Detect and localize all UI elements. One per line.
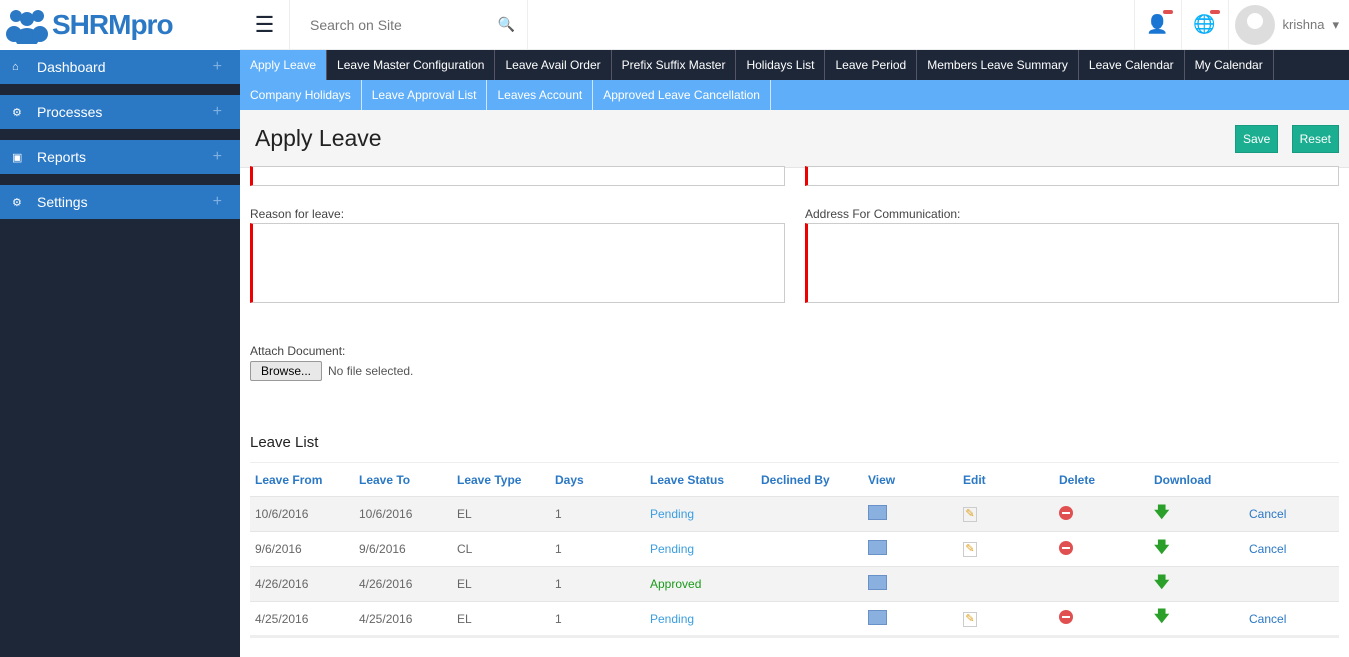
tab-leaves-account[interactable]: Leaves Account (487, 80, 594, 110)
column-header: Leave Status (645, 462, 756, 497)
tab-prefix-suffix-master[interactable]: Prefix Suffix Master (612, 50, 737, 80)
column-header: Edit (958, 462, 1054, 497)
topbar: ☰ Search on Site 🔍 👤 🌐 krishna ▾ (240, 0, 1349, 50)
download-arrow-icon[interactable]: 🡇 (1154, 504, 1169, 521)
reason-label: Reason for leave: (250, 207, 345, 221)
sidebar-item-reports[interactable]: ▣ Reports + (0, 140, 240, 174)
prev-field-left[interactable] (250, 166, 785, 186)
column-header: Delete (1054, 462, 1149, 497)
page-title: Apply Leave (255, 125, 382, 151)
column-header (1244, 462, 1339, 497)
tab-holidays-list[interactable]: Holidays List (736, 50, 826, 80)
user-notification-icon[interactable]: 👤 (1133, 0, 1181, 50)
content: Reason for leave: Address For Communicat… (240, 166, 1349, 657)
sidebar-item-processes[interactable]: ⚙ Processes + (0, 95, 240, 129)
delete-icon[interactable] (1059, 540, 1073, 555)
sidebar-item-dashboard[interactable]: ⌂ Dashboard + (0, 50, 240, 84)
tab-leave-approval-list[interactable]: Leave Approval List (362, 80, 488, 110)
expand-plus-icon[interactable]: + (213, 193, 222, 211)
user-menu[interactable]: krishna ▾ (1227, 0, 1349, 50)
edit-pencil-icon[interactable]: ✎ (963, 542, 977, 557)
download-arrow-icon[interactable]: 🡇 (1154, 539, 1169, 556)
view-calendar-icon[interactable] (868, 575, 887, 590)
leave-list-title: Leave List (250, 434, 319, 451)
logo[interactable]: SHRMpro (0, 0, 240, 50)
tab-leave-master-configuration[interactable]: Leave Master Configuration (327, 50, 496, 80)
delete-icon[interactable] (1059, 505, 1073, 520)
search-icon[interactable]: 🔍 (498, 16, 515, 33)
caret-down-icon: ▾ (1332, 16, 1339, 32)
table-row: 4/26/2016 4/26/2016 EL 1 Approved 🡇 (250, 566, 1339, 602)
home-icon: ⌂ (12, 61, 19, 73)
download-arrow-icon[interactable]: 🡇 (1154, 608, 1169, 625)
view-calendar-icon[interactable] (868, 505, 887, 520)
save-button[interactable]: Save (1234, 124, 1279, 153)
edit-pencil-icon[interactable]: ✎ (963, 507, 977, 522)
tab-leave-period[interactable]: Leave Period (825, 50, 918, 80)
address-label: Address For Communication: (805, 207, 961, 221)
file-status: No file selected. (328, 364, 414, 378)
browse-button[interactable]: Browse... (250, 361, 323, 381)
table-row: 4/25/2016 4/25/2016 EL 1 Pending ✎ 🡇 Cancel (250, 601, 1339, 638)
tab-company-holidays[interactable]: Company Holidays (240, 80, 362, 110)
table-row: 10/6/2016 10/6/2016 EL 1 Pending ✎ 🡇 Cancel (250, 496, 1339, 532)
status-text: Pending (645, 531, 756, 567)
column-header: Download (1149, 462, 1244, 497)
cancel-link[interactable]: Cancel (1244, 601, 1339, 638)
globe-notification-icon[interactable]: 🌐 (1180, 0, 1228, 50)
leave-table: Leave From Leave To Leave Type Days Leave St… (250, 462, 1339, 638)
tab-leave-calendar[interactable]: Leave Calendar (1079, 50, 1185, 80)
sidebar: SHRMpro ⌂ Dashboard + ⚙ Processes + ▣ Reports + ⚙… (0, 0, 240, 657)
tab-apply-leave[interactable]: Apply Leave (240, 50, 328, 80)
expand-plus-icon[interactable]: + (213, 103, 222, 121)
reason-textarea[interactable] (250, 223, 785, 303)
column-header: View (863, 462, 958, 497)
page-header: Apply Leave Save Reset (240, 110, 1349, 168)
briefcase-icon: ▣ (12, 151, 23, 164)
column-header: Days (550, 462, 645, 497)
delete-icon[interactable] (1059, 610, 1073, 624)
users-logo-icon (6, 10, 48, 44)
cancel-link[interactable]: Cancel (1244, 496, 1339, 532)
column-header: Leave From (250, 462, 354, 497)
tab-approved-leave-cancellation[interactable]: Approved Leave Cancellation (593, 80, 771, 110)
address-textarea[interactable] (805, 223, 1339, 303)
cancel-link[interactable]: Cancel (1244, 531, 1339, 567)
search-input[interactable]: Search on Site 🔍 (290, 0, 528, 50)
view-calendar-icon[interactable] (868, 609, 887, 625)
avatar (1234, 4, 1275, 45)
table-row: 9/6/2016 9/6/2016 CL 1 Pending ✎ 🡇 Cancel (250, 531, 1339, 567)
expand-plus-icon[interactable]: + (213, 58, 222, 76)
expand-plus-icon[interactable]: + (213, 148, 222, 166)
tabs-row-2: Company Holidays Leave Approval List Leave… (240, 80, 1349, 110)
tabs-row-1: Apply Leave Leave Master Configuration Lea… (240, 50, 1349, 80)
tab-members-leave-summary[interactable]: Members Leave Summary (917, 50, 1079, 80)
tab-leave-avail-order[interactable]: Leave Avail Order (495, 50, 612, 80)
view-calendar-icon[interactable] (868, 540, 887, 555)
menu-toggle-icon[interactable]: ☰ (240, 0, 290, 50)
cancel-link[interactable] (1244, 566, 1339, 602)
sidebar-item-settings[interactable]: ⚙ Settings + (0, 185, 240, 219)
status-text: Pending (645, 601, 756, 638)
processes-icon: ⚙ (12, 106, 22, 119)
column-header: Declined By (756, 462, 863, 497)
status-text: Pending (645, 496, 756, 532)
edit-pencil-icon[interactable]: ✎ (963, 611, 977, 627)
reset-button[interactable]: Reset (1291, 124, 1339, 153)
tab-my-calendar[interactable]: My Calendar (1185, 50, 1274, 80)
column-header: Leave To (354, 462, 452, 497)
status-text: Approved (645, 566, 756, 602)
gear-icon: ⚙ (12, 196, 22, 209)
prev-field-right[interactable] (805, 166, 1339, 186)
column-header: Leave Type (452, 462, 550, 497)
download-arrow-icon[interactable]: 🡇 (1154, 574, 1169, 591)
attach-label: Attach Document: (250, 344, 346, 358)
